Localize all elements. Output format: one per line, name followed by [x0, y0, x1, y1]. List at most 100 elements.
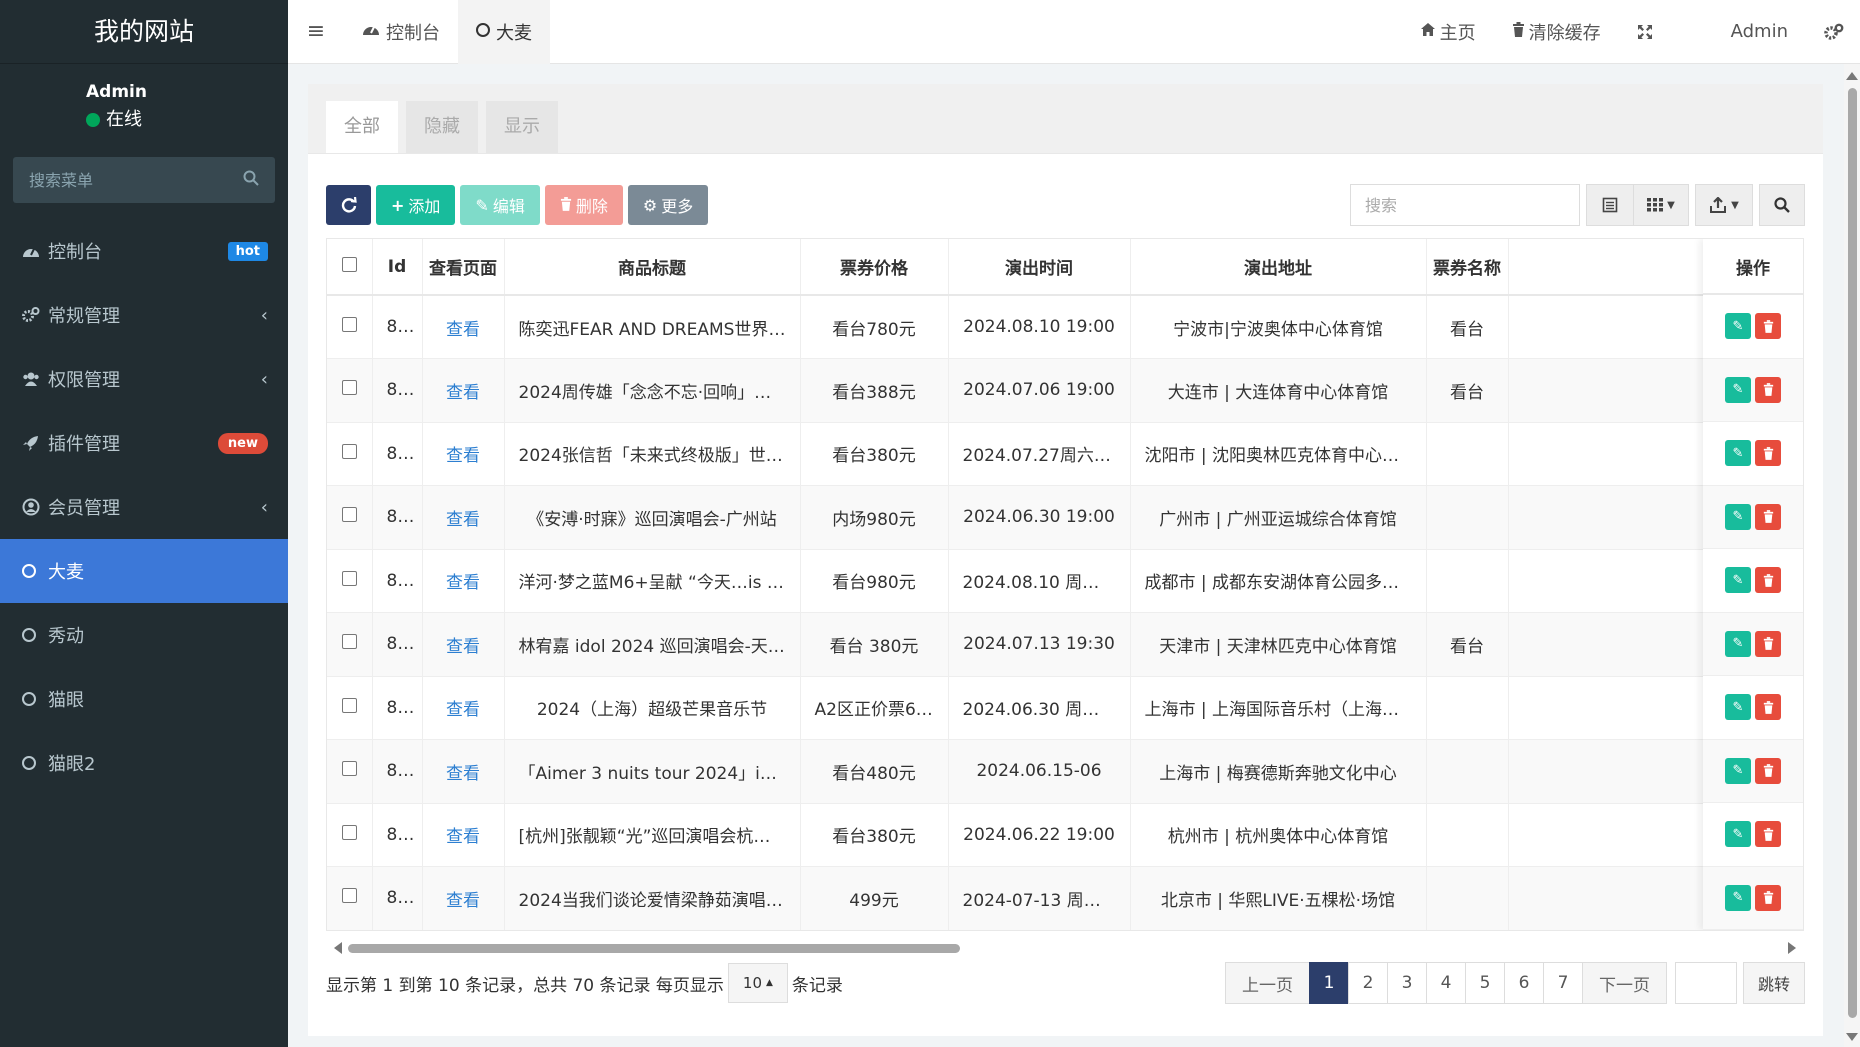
row-edit-button[interactable]: ✎	[1725, 440, 1751, 467]
col-header-id[interactable]: Id	[372, 239, 423, 296]
scrollbar-thumb[interactable]	[348, 944, 960, 953]
row-delete-button[interactable]	[1755, 376, 1781, 403]
page-button[interactable]: 6	[1503, 962, 1544, 1004]
view-link[interactable]: 查看	[422, 485, 505, 550]
row-delete-button[interactable]	[1755, 313, 1781, 340]
view-link[interactable]: 查看	[422, 612, 505, 677]
horizontal-scrollbar[interactable]	[326, 937, 1804, 955]
page-button[interactable]: 2	[1347, 962, 1388, 1004]
prev-page-button[interactable]: 上一页	[1224, 962, 1310, 1004]
row-edit-button[interactable]: ✎	[1725, 694, 1751, 721]
row-edit-button[interactable]: ✎	[1725, 757, 1751, 784]
tab-dashboard[interactable]: 控制台	[344, 0, 458, 64]
col-header-address[interactable]: 演出地址	[1130, 239, 1427, 296]
page-size-select[interactable]: 10 ▲	[727, 963, 788, 1003]
row-edit-button[interactable]: ✎	[1725, 376, 1751, 403]
sidebar-item-general[interactable]: 常规管理 ‹	[0, 283, 288, 347]
row-delete-button[interactable]	[1755, 567, 1781, 594]
fullscreen-icon[interactable]	[1619, 24, 1671, 40]
row-edit-button[interactable]: ✎	[1725, 313, 1751, 340]
row-delete-button[interactable]	[1755, 503, 1781, 530]
col-header-time[interactable]: 演出时间	[948, 239, 1131, 296]
row-delete-button[interactable]	[1755, 757, 1781, 784]
view-link[interactable]: 查看	[422, 739, 505, 804]
row-checkbox[interactable]	[341, 761, 357, 777]
row-delete-button[interactable]	[1755, 694, 1781, 721]
row-checkbox[interactable]	[341, 380, 357, 396]
col-header-price[interactable]: 票券价格	[800, 239, 949, 296]
col-header-view[interactable]: 查看页面	[422, 239, 505, 296]
settings-cogs-icon[interactable]	[1806, 23, 1860, 41]
row-edit-button[interactable]: ✎	[1725, 821, 1751, 848]
scroll-right-icon[interactable]	[1788, 942, 1796, 954]
row-checkbox[interactable]	[341, 317, 357, 332]
row-checkbox[interactable]	[341, 634, 357, 650]
view-link[interactable]: 查看	[422, 676, 505, 740]
row-checkbox[interactable]	[341, 570, 357, 586]
clear-cache-link[interactable]: 清除缓存	[1494, 19, 1619, 45]
row-edit-button[interactable]: ✎	[1725, 567, 1751, 594]
row-checkbox[interactable]	[341, 888, 357, 904]
columns-dropdown-button[interactable]: ▼	[1633, 184, 1689, 226]
toggle-view-button[interactable]	[1586, 184, 1634, 226]
tab-damai[interactable]: 大麦	[458, 0, 550, 64]
col-header-title[interactable]: 商品标题	[504, 239, 801, 296]
select-all-checkbox[interactable]	[341, 256, 357, 272]
sidebar-item-members[interactable]: 会员管理 ‹	[0, 475, 288, 539]
page-vertical-scrollbar[interactable]	[1844, 64, 1860, 1047]
row-delete-button[interactable]	[1755, 821, 1781, 848]
menu-toggle-icon[interactable]: ≡	[288, 0, 344, 64]
jump-button[interactable]: 跳转	[1742, 962, 1805, 1004]
row-checkbox[interactable]	[341, 824, 357, 840]
tab-hidden[interactable]: 隐藏	[406, 101, 478, 153]
scroll-up-icon[interactable]	[1846, 72, 1858, 80]
sidebar-item-maoyan2[interactable]: 猫眼2	[0, 731, 288, 795]
sidebar-item-damai[interactable]: 大麦	[0, 539, 288, 603]
row-edit-button[interactable]: ✎	[1725, 884, 1751, 911]
tab-all[interactable]: 全部	[326, 101, 398, 153]
row-checkbox[interactable]	[341, 507, 357, 523]
view-link[interactable]: 查看	[422, 803, 505, 867]
view-link[interactable]: 查看	[422, 295, 505, 359]
page-button[interactable]: 7	[1542, 962, 1583, 1004]
col-header-ticket[interactable]: 票券名称	[1426, 239, 1509, 296]
row-delete-button[interactable]	[1755, 630, 1781, 657]
vertical-scrollbar-thumb[interactable]	[1848, 88, 1857, 1018]
sidebar-item-xiudong[interactable]: 秀动	[0, 603, 288, 667]
next-page-button[interactable]: 下一页	[1581, 962, 1667, 1004]
admin-user-link[interactable]: Admin	[1671, 21, 1806, 42]
row-checkbox[interactable]	[341, 697, 357, 713]
sidebar-item-dashboard[interactable]: 控制台 hot	[0, 219, 288, 283]
row-delete-button[interactable]	[1755, 884, 1781, 911]
scroll-down-icon[interactable]	[1846, 1033, 1858, 1041]
site-logo[interactable]: 我的网站	[0, 0, 288, 64]
jump-page-input[interactable]	[1674, 962, 1737, 1004]
row-edit-button[interactable]: ✎	[1725, 503, 1751, 530]
advanced-search-button[interactable]	[1759, 184, 1805, 226]
page-button[interactable]: 5	[1464, 962, 1505, 1004]
tab-shown[interactable]: 显示	[486, 101, 558, 153]
table-search-input[interactable]	[1350, 184, 1580, 226]
page-button[interactable]: 1	[1308, 962, 1349, 1004]
sidebar-item-permissions[interactable]: 权限管理 ‹	[0, 347, 288, 411]
refresh-button[interactable]	[326, 185, 371, 225]
edit-button[interactable]: ✎ 编辑	[460, 185, 540, 225]
more-button[interactable]: ⚙ 更多	[627, 185, 709, 225]
row-delete-button[interactable]	[1755, 440, 1781, 467]
search-icon[interactable]	[243, 170, 259, 191]
sidebar-item-maoyan[interactable]: 猫眼	[0, 667, 288, 731]
menu-search-input[interactable]	[29, 170, 229, 190]
row-checkbox[interactable]	[341, 443, 357, 459]
view-link[interactable]: 查看	[422, 866, 505, 930]
page-button[interactable]: 3	[1386, 962, 1427, 1004]
delete-button[interactable]: 删除	[544, 185, 623, 225]
home-link[interactable]: 主页	[1402, 19, 1494, 45]
view-link[interactable]: 查看	[422, 549, 505, 613]
page-button[interactable]: 4	[1425, 962, 1466, 1004]
sidebar-item-plugins[interactable]: 插件管理 new	[0, 411, 288, 475]
export-dropdown-button[interactable]: ▼	[1695, 184, 1753, 226]
view-link[interactable]: 查看	[422, 422, 505, 486]
view-link[interactable]: 查看	[422, 358, 505, 423]
add-button[interactable]: + 添加	[376, 185, 456, 225]
row-edit-button[interactable]: ✎	[1725, 630, 1751, 657]
